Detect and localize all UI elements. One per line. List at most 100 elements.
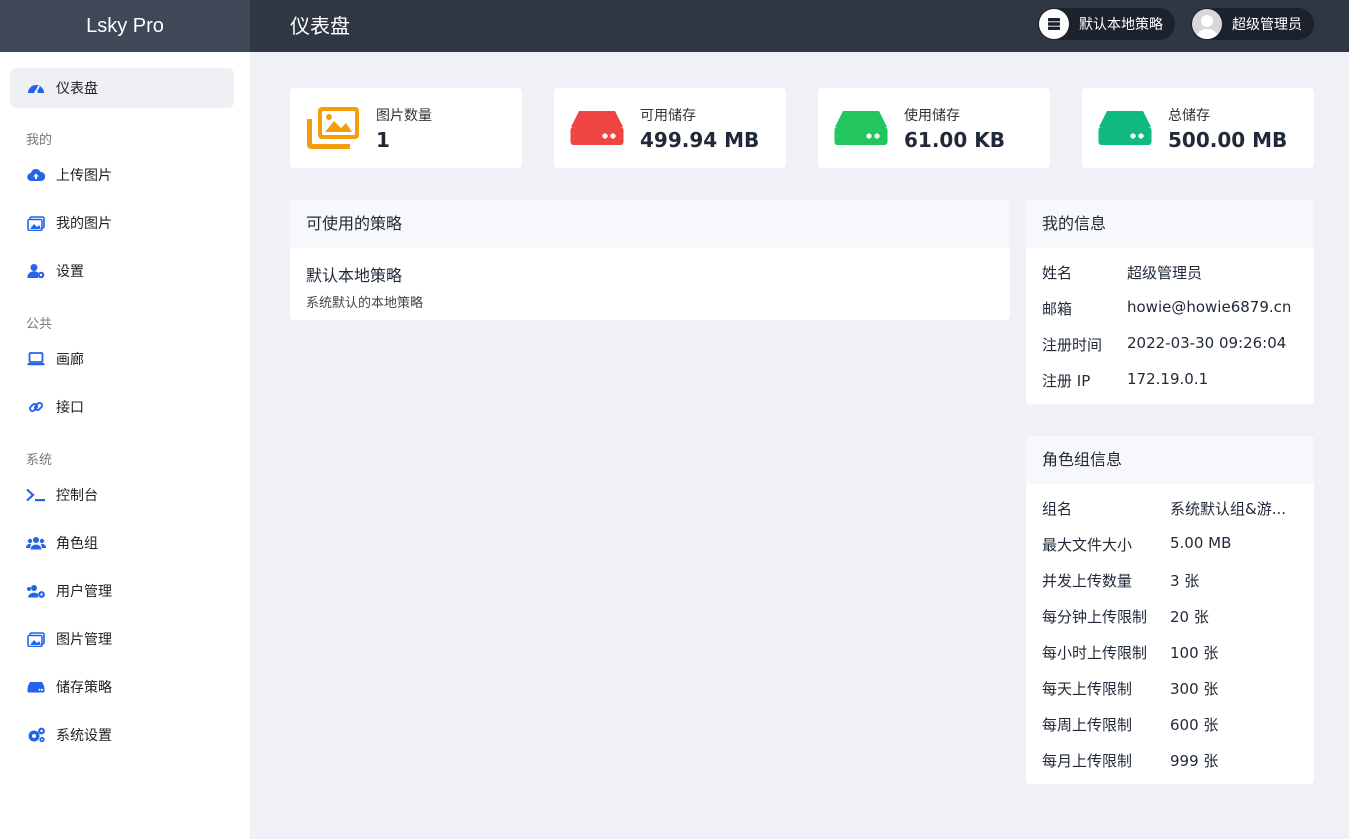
role-key: 每月上传限制 [1042, 752, 1133, 770]
sidebar-item-storage[interactable]: 储存策略 [10, 667, 234, 707]
images-icon [26, 629, 46, 649]
sidebar-item-label: 系统设置 [56, 728, 112, 744]
page-title: 仪表盘 [290, 14, 350, 38]
sidebar-item-label: 储存策略 [56, 680, 112, 696]
my-info-card: 我的信息 姓名 超级管理员 邮箱 howie@howie6879.cn 注册时间 20… [1026, 200, 1314, 404]
role-value: 3 张 [1170, 572, 1200, 590]
info-value: 2022-03-30 09:26:04 [1127, 334, 1287, 352]
sidebar-item-gallery[interactable]: 画廊 [10, 339, 234, 379]
strategy-selector[interactable]: 默认本地策略 [1038, 8, 1175, 40]
top-bar: Lsky Pro 仪表盘 默认本地策略 超级管理员 [0, 0, 1349, 52]
policy-description: 系统默认的本地策略 [306, 296, 424, 311]
sidebar-item-label: 仪表盘 [56, 81, 98, 97]
hdd-icon [834, 106, 888, 150]
link-icon [26, 397, 46, 417]
sidebar-item-my-images[interactable]: 我的图片 [10, 203, 234, 243]
hdd-icon [26, 677, 46, 697]
images-icon [26, 213, 46, 233]
role-key: 组名 [1042, 500, 1073, 518]
sidebar-item-label: 我的图片 [56, 216, 112, 232]
policies-card: 可使用的策略 默认本地策略 系统默认的本地策略 [290, 200, 1010, 320]
sidebar-item-users[interactable]: 用户管理 [10, 571, 234, 611]
info-value: 超级管理员 [1127, 264, 1203, 282]
sidebar-item-settings[interactable]: 设置 [10, 251, 234, 291]
info-key: 注册时间 [1042, 336, 1103, 354]
stat-value: 1 [376, 127, 390, 152]
stat-value: 500.00 MB [1168, 127, 1288, 152]
role-key: 每天上传限制 [1042, 680, 1133, 698]
sidebar-item-label: 上传图片 [56, 168, 112, 184]
stat-card-total-storage: 总储存 500.00 MB [1082, 88, 1314, 168]
role-row: 每天上传限制 300 张 [1042, 678, 1218, 699]
users-cog-icon [26, 581, 46, 601]
stat-value: 499.94 MB [640, 127, 760, 152]
users-icon [26, 533, 46, 553]
role-row: 每月上传限制 999 张 [1042, 750, 1218, 771]
stat-label: 使用储存 [904, 107, 960, 124]
sidebar-item-console[interactable]: 控制台 [10, 475, 234, 515]
role-key: 最大文件大小 [1042, 536, 1133, 554]
role-row: 每周上传限制 600 张 [1042, 714, 1218, 735]
card-title: 我的信息 [1026, 200, 1314, 248]
sidebar-item-label: 用户管理 [56, 584, 112, 600]
info-value: howie@howie6879.cn [1127, 298, 1292, 316]
role-key: 并发上传数量 [1042, 572, 1133, 590]
avatar [1192, 9, 1222, 39]
sidebar-item-images[interactable]: 图片管理 [10, 619, 234, 659]
sidebar-item-roles[interactable]: 角色组 [10, 523, 234, 563]
info-row: 注册时间 2022-03-30 09:26:04 [1042, 334, 1286, 355]
policy-name: 默认本地策略 [306, 266, 403, 285]
role-key: 每分钟上传限制 [1042, 608, 1148, 626]
info-key: 姓名 [1042, 264, 1073, 282]
role-row: 每小时上传限制 100 张 [1042, 642, 1218, 663]
stat-card-image-count: 图片数量 1 [290, 88, 522, 168]
terminal-icon [26, 485, 46, 505]
section-public: 公共 [26, 317, 53, 332]
laptop-icon [26, 349, 46, 369]
sidebar-item-system-settings[interactable]: 系统设置 [10, 715, 234, 755]
role-row: 并发上传数量 3 张 [1042, 570, 1199, 591]
role-row: 每分钟上传限制 20 张 [1042, 606, 1209, 627]
hdd-icon [570, 106, 624, 150]
stat-label: 可用储存 [640, 107, 696, 124]
info-value: 172.19.0.1 [1127, 370, 1209, 388]
stat-card-used-storage: 使用储存 61.00 KB [818, 88, 1050, 168]
info-key: 邮箱 [1042, 300, 1073, 318]
info-row: 邮箱 howie@howie6879.cn [1042, 298, 1291, 319]
role-value: 100 张 [1170, 644, 1219, 662]
sidebar: 仪表盘 我的 上传图片 我的图片 设置 公共 画廊 接口 系统 控制台 角色组 … [0, 52, 250, 839]
server-icon [1039, 9, 1069, 39]
user-name-label: 超级管理员 [1232, 17, 1302, 33]
stat-label: 图片数量 [376, 107, 432, 124]
user-menu[interactable]: 超级管理员 [1191, 8, 1314, 40]
stat-label: 总储存 [1168, 107, 1210, 124]
stat-card-available-storage: 可用储存 499.94 MB [554, 88, 786, 168]
cogs-icon [26, 725, 46, 745]
sidebar-item-label: 接口 [56, 400, 84, 416]
sidebar-item-api[interactable]: 接口 [10, 387, 234, 427]
role-key: 每周上传限制 [1042, 716, 1133, 734]
brand-logo[interactable]: Lsky Pro [0, 0, 250, 52]
info-row: 姓名 超级管理员 [1042, 262, 1202, 283]
role-row: 最大文件大小 5.00 MB [1042, 534, 1231, 555]
sidebar-item-label: 控制台 [56, 488, 98, 504]
stat-value: 61.00 KB [904, 127, 1005, 152]
sidebar-item-dashboard[interactable]: 仪表盘 [10, 68, 234, 108]
cloud-upload-icon [26, 165, 46, 185]
role-value: 300 张 [1170, 680, 1219, 698]
strategy-label: 默认本地策略 [1079, 17, 1163, 33]
role-value: 系统默认组&游... [1170, 500, 1287, 518]
sidebar-item-label: 设置 [56, 264, 84, 280]
role-info-card: 角色组信息 组名 系统默认组&游... 最大文件大小 5.00 MB 并发上传数量 3… [1026, 436, 1314, 784]
sidebar-item-label: 图片管理 [56, 632, 112, 648]
sidebar-item-upload[interactable]: 上传图片 [10, 155, 234, 195]
gauge-icon [26, 78, 46, 98]
card-title: 可使用的策略 [290, 200, 1010, 248]
role-value: 5.00 MB [1170, 534, 1232, 552]
sidebar-item-label: 画廊 [56, 352, 84, 368]
info-row: 注册 IP 172.19.0.1 [1042, 370, 1208, 391]
role-key: 每小时上传限制 [1042, 644, 1148, 662]
role-row: 组名 系统默认组&游... [1042, 498, 1286, 519]
section-mine: 我的 [26, 133, 53, 148]
hdd-icon [1098, 106, 1152, 150]
